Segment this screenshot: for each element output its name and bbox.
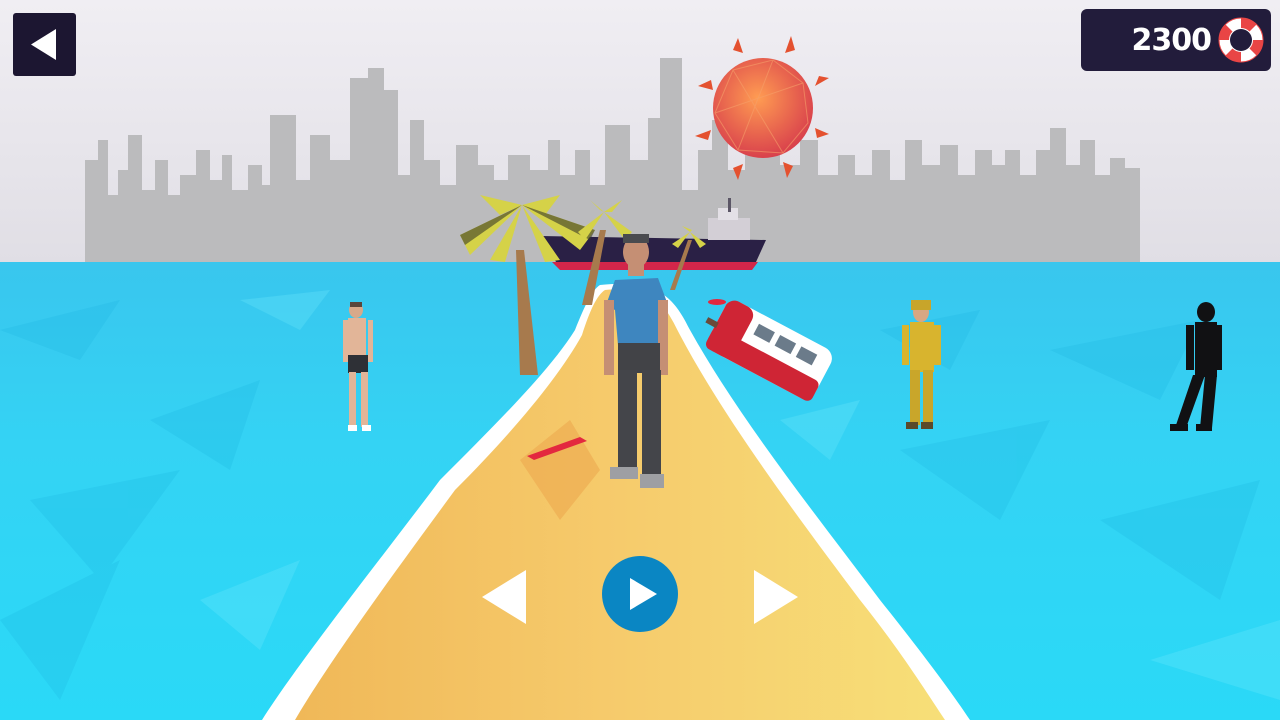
score-value: 2300 xyxy=(1131,23,1212,58)
water-buoy xyxy=(708,299,726,305)
lifebuoy-icon xyxy=(1218,17,1264,63)
next-character-button[interactable] xyxy=(750,566,802,628)
previous-character-button[interactable] xyxy=(478,566,530,628)
back-arrow-icon xyxy=(31,29,56,60)
back-button[interactable] xyxy=(13,13,76,76)
play-button[interactable] xyxy=(601,555,679,633)
chevron-left-icon xyxy=(482,570,526,624)
score-panel: 2300 xyxy=(1081,9,1271,71)
chevron-right-icon xyxy=(754,570,798,624)
play-icon xyxy=(602,556,678,632)
